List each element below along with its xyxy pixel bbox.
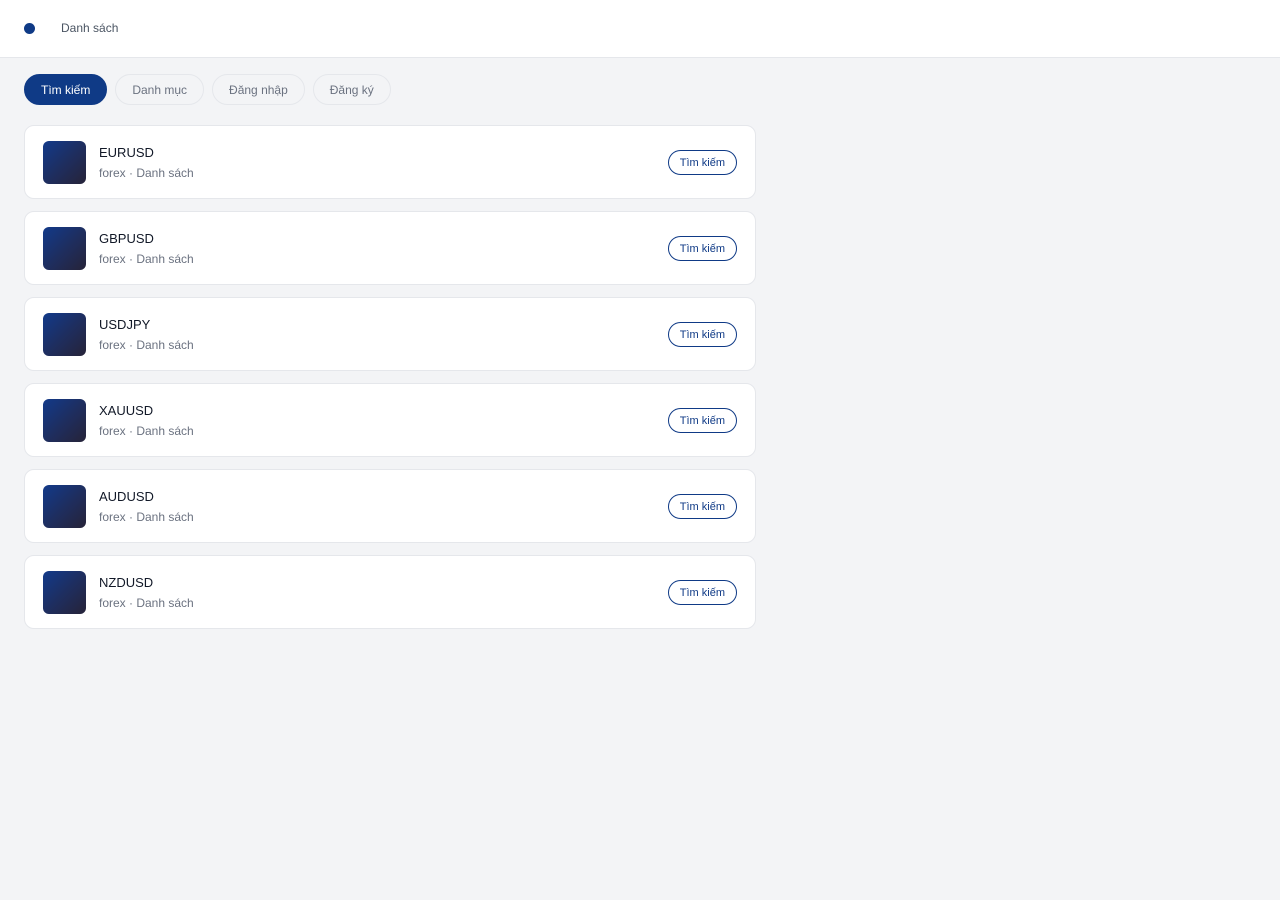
item-subtitle: forex · Danh sách <box>99 510 194 524</box>
item-subtitle: forex · Danh sách <box>99 252 194 266</box>
tab-login[interactable]: Đăng nhập <box>212 74 305 105</box>
list-item: EURUSD forex · Danh sách Tìm kiếm <box>24 125 756 199</box>
item-search-button[interactable]: Tìm kiếm <box>667 408 737 433</box>
item-title: USDJPY <box>99 317 151 332</box>
tab-register[interactable]: Đăng ký <box>312 74 391 105</box>
item-search-button[interactable]: Tìm kiếm <box>667 494 737 519</box>
item-subtitle: forex · Danh sách <box>99 596 194 610</box>
item-search-button[interactable]: Tìm kiếm <box>667 236 737 261</box>
list-item: XAUUSD forex · Danh sách Tìm kiếm <box>24 383 756 457</box>
item-title: XAUUSD <box>99 403 154 418</box>
list-item: AUDUSD forex · Danh sách Tìm kiếm <box>24 469 756 543</box>
instrument-thumbnail <box>43 485 86 528</box>
item-title: AUDUSD <box>99 489 154 504</box>
instrument-list: EURUSD forex · Danh sách Tìm kiếm GBPUSD… <box>24 125 756 641</box>
nav-link-list[interactable]: Danh sách <box>61 21 118 35</box>
logo-dot-icon[interactable] <box>24 23 35 34</box>
instrument-thumbnail <box>43 141 86 184</box>
list-item: USDJPY forex · Danh sách Tìm kiếm <box>24 297 756 371</box>
item-subtitle: forex · Danh sách <box>99 338 194 352</box>
item-title: NZDUSD <box>99 575 154 590</box>
item-title: EURUSD <box>99 145 154 160</box>
instrument-thumbnail <box>43 227 86 270</box>
item-search-button[interactable]: Tìm kiếm <box>667 322 737 347</box>
instrument-thumbnail <box>43 399 86 442</box>
instrument-thumbnail <box>43 313 86 356</box>
item-search-button[interactable]: Tìm kiếm <box>667 580 737 605</box>
item-title: GBPUSD <box>99 231 154 246</box>
instrument-thumbnail <box>43 571 86 614</box>
item-subtitle: forex · Danh sách <box>99 424 194 438</box>
tab-search[interactable]: Tìm kiếm <box>24 74 108 105</box>
tab-categories[interactable]: Danh mục <box>115 74 205 105</box>
list-item: NZDUSD forex · Danh sách Tìm kiếm <box>24 555 756 629</box>
top-bar: Danh sách <box>0 0 1280 58</box>
list-item: GBPUSD forex · Danh sách Tìm kiếm <box>24 211 756 285</box>
tab-bar: Tìm kiếm Danh mục Đăng nhập Đăng ký <box>24 74 391 105</box>
item-subtitle: forex · Danh sách <box>99 166 194 180</box>
item-search-button[interactable]: Tìm kiếm <box>667 150 737 175</box>
